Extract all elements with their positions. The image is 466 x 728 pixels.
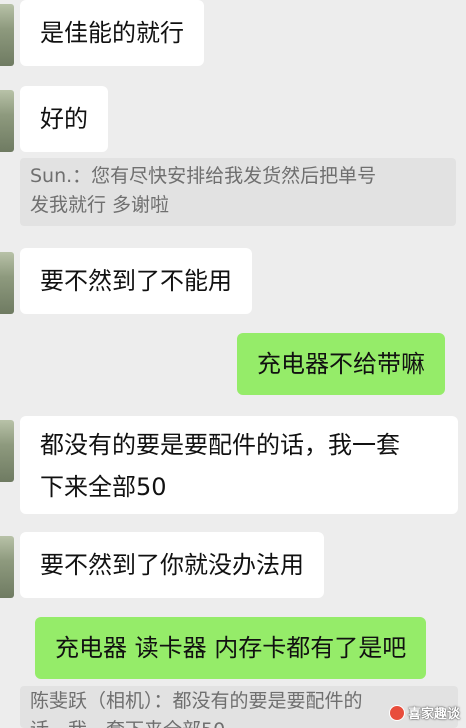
chat-area: 是佳能的就行 好的 Sun.：您有尽快安排给我发货然后把单号 发我就行 多谢啦 … [0,0,466,728]
message-text-line: 都没有的要是要配件的话，我一套 [40,431,400,459]
watermark-logo-icon [388,704,405,721]
message-bubble-outgoing[interactable]: 充电器 读卡器 内存卡都有了是吧 [35,617,427,679]
watermark-text: 喜家趣谈 [407,707,460,722]
message-text: 要不然到了你就没办法用 [40,551,304,579]
message-bubble[interactable]: 都没有的要是要配件的话，我一套 下来全部50 [20,416,458,514]
message-bubble[interactable]: 要不然到了不能用 [20,248,252,314]
message-text-line: 下来全部50 [40,473,167,501]
avatar[interactable] [0,252,14,314]
avatar[interactable] [0,90,14,152]
avatar[interactable] [0,4,14,66]
message-text: 要不然到了不能用 [40,267,232,295]
message-bubble[interactable]: 好的 [20,86,108,152]
message-bubble[interactable]: 是佳能的就行 [20,0,204,66]
message-text: 充电器 读卡器 内存卡都有了是吧 [55,634,407,662]
message-text: 充电器不给带嘛 [257,350,425,378]
quote-line: 发我就行 多谢啦 [30,194,170,216]
quote-line: 话，我一套下来全部50 [30,716,448,728]
watermark: 喜家趣谈 [388,703,460,722]
message-text: 好的 [40,105,88,133]
avatar[interactable] [0,420,14,482]
message-text: 是佳能的就行 [40,19,184,47]
message-bubble-outgoing[interactable]: 充电器不给带嘛 [237,333,445,395]
avatar[interactable] [0,536,14,598]
quoted-message[interactable]: Sun.：您有尽快安排给我发货然后把单号 发我就行 多谢啦 [20,158,456,226]
quote-line: 陈斐跃（相机）：都没有的要是要配件的 [30,690,363,712]
message-bubble[interactable]: 要不然到了你就没办法用 [20,532,324,598]
quote-line: Sun.：您有尽快安排给我发货然后把单号 [30,165,377,187]
